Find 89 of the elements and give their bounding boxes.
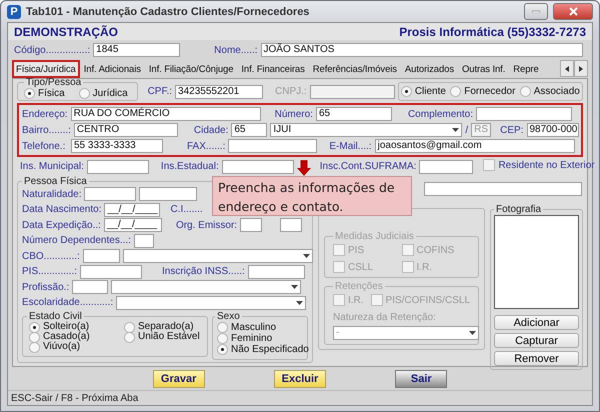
field-label: FAX......: <box>187 140 226 152</box>
radio-label: Solteiro(a) <box>43 322 90 332</box>
text-field[interactable]: 65 <box>231 123 268 137</box>
radio-label: Feminino <box>231 334 272 344</box>
field-label: E-Mail....: <box>329 140 372 152</box>
checkbox-label: COFINS <box>416 244 454 256</box>
checkbox-label: PIS <box>348 244 364 256</box>
group-title: Tipo/Pessoa <box>25 77 82 88</box>
separator: / <box>465 124 468 136</box>
hint-tooltip: Preencha as informações de endereço e contato. <box>212 176 412 216</box>
field-label: CEP: <box>500 124 524 136</box>
field-label: CBO............: <box>22 250 80 262</box>
radio-label: Cliente <box>414 86 446 97</box>
field-label: Naturalidade: <box>22 188 82 200</box>
checkbox-label: PIS/COFINS/CSLL <box>386 294 470 306</box>
field-label: CPF.: <box>148 86 172 97</box>
field-label: Ins.Estadual: <box>160 161 219 172</box>
checkbox-label: I.R. <box>348 294 364 306</box>
field-label: Endereço: <box>22 108 68 120</box>
tab[interactable]: Repre <box>509 60 543 78</box>
field-label: Profissão.: <box>22 282 70 292</box>
checkbox-label: I.R. <box>416 262 432 272</box>
field-label: Telefone.: <box>22 140 66 152</box>
field-label: Número Dependentes...: <box>22 235 131 246</box>
field-label: PIS.............: <box>22 266 78 277</box>
field-label: Ins. Municipal: <box>20 161 84 172</box>
field-label: Org. Emissor: <box>176 220 238 230</box>
group-title: Retenções <box>334 281 384 292</box>
radio-label: Fornecedor <box>464 86 516 97</box>
action-button[interactable]: Gravar <box>152 370 205 388</box>
city-dropdown[interactable]: IJUI <box>270 123 462 137</box>
photo-button[interactable]: Adicionar <box>494 315 579 330</box>
radio-label: Masculino <box>231 322 276 332</box>
radio-label: Casado(a) <box>43 332 90 342</box>
radio-label: Física <box>38 88 65 99</box>
tab[interactable]: Inf. Filiação/Cônjuge <box>144 60 238 78</box>
field-label: Nome.....: <box>214 44 258 56</box>
status-bar: ESC-Sair / F8 - Próxima Aba <box>8 390 592 405</box>
text-field[interactable]: JOÃO SANTOS <box>260 43 583 57</box>
radio-label: Viúvo(a) <box>43 342 80 352</box>
checkbox-label: CSLL <box>348 262 374 272</box>
field-label: Data Expedição..: <box>22 220 101 230</box>
text-field[interactable]: 55 3333-3333 <box>71 139 163 153</box>
photo-button[interactable]: Capturar <box>494 333 579 348</box>
tab[interactable]: Física/Jurídica <box>12 60 80 78</box>
field-label: CNPJ.: <box>275 86 307 97</box>
company-name: DEMONSTRAÇÃO <box>14 24 118 38</box>
text-field[interactable]: CENTRO <box>74 123 178 137</box>
field-label: Cidade: <box>194 124 228 136</box>
radio-label: Associado <box>534 86 580 97</box>
text-field[interactable]: joaosantos@gmail.com <box>374 139 575 153</box>
tab[interactable]: Referências/Imóveis <box>308 60 401 78</box>
field-label: Natureza da Retenção: <box>333 312 436 323</box>
tab[interactable]: Inf. Financeiras <box>237 60 309 78</box>
text-field[interactable]: 98700-000 <box>526 123 578 137</box>
group-title: Sexo <box>216 311 241 322</box>
text-field[interactable]: 1845 <box>93 43 180 57</box>
text-field[interactable]: RUA DO COMÉRCIO <box>70 107 261 121</box>
group-title: Fotografia <box>495 204 542 215</box>
checkbox-label: Residente no Exterior <box>498 160 595 170</box>
radio-label: União Estável <box>138 332 200 342</box>
tab[interactable]: Inf. Adicionais <box>80 60 145 78</box>
radio-label: Jurídica <box>92 88 128 99</box>
action-button[interactable]: Sair <box>395 370 448 388</box>
text-field[interactable]: 34235552201 <box>175 84 264 98</box>
field-label: Número: <box>274 108 313 120</box>
group-title: Pessoa Física <box>23 176 88 187</box>
field-label: Insc.Cont.SUFRAMA: <box>320 161 416 172</box>
photo-button[interactable]: Remover <box>494 351 579 366</box>
tab[interactable]: Outras Inf. <box>458 60 510 78</box>
radio-label: Não Especificado <box>231 344 309 354</box>
date-field[interactable]: __/__/____ <box>104 218 162 232</box>
text-field[interactable]: 65 <box>316 107 392 121</box>
window-title: Tab101 - Manutenção Cadastro Clientes/Fornecedores <box>26 6 310 18</box>
field-label: Escolaridade...........: <box>22 297 114 308</box>
field-label: Data Nascimento: <box>22 204 102 215</box>
field-label: Código...............: <box>14 44 90 56</box>
action-button[interactable]: Excluir <box>274 370 326 388</box>
contact-info: Prosis Informática (55)3332-7273 <box>399 24 586 38</box>
field-label: Inscrição INSS.....: <box>162 266 245 277</box>
date-field[interactable]: __/__/____ <box>104 202 160 216</box>
field-label: Bairro.......: <box>22 124 71 136</box>
field-label: Complemento: <box>408 108 473 120</box>
field-label: C.I....... <box>170 204 203 215</box>
tab[interactable]: Autorizados <box>400 60 458 78</box>
group-title: Estado Civil <box>28 311 82 322</box>
group-title: Medidas Judiciais <box>334 231 415 242</box>
app-icon: P <box>7 4 21 18</box>
radio-label: Separado(a) <box>138 322 194 332</box>
